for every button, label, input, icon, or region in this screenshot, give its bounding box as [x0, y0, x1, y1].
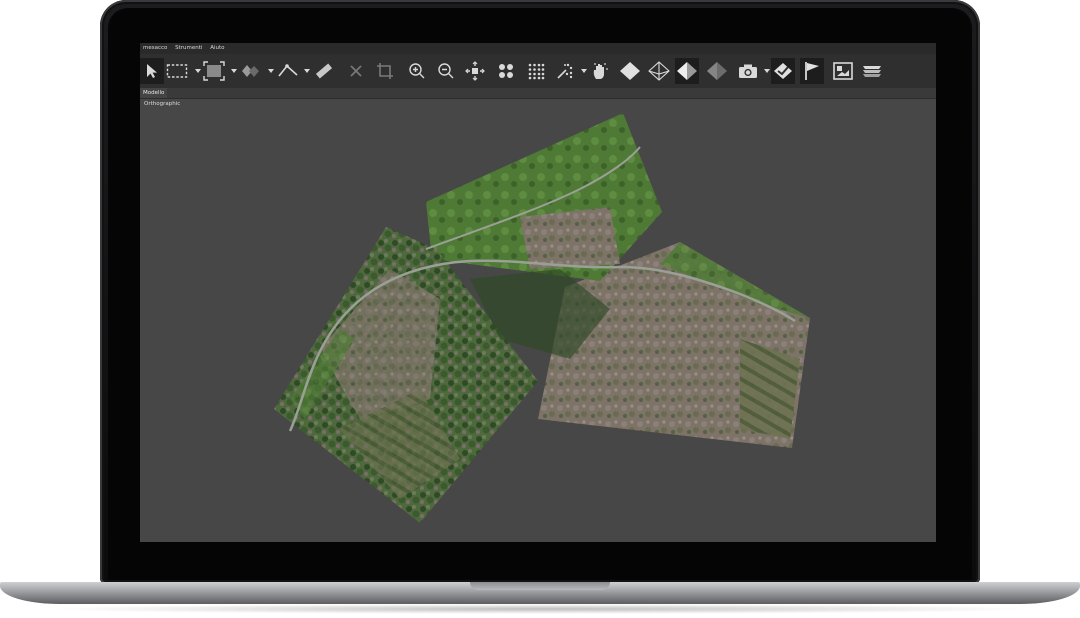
- orthomosaic-image: [274, 113, 810, 523]
- menu-item-aiuto[interactable]: Aiuto: [207, 43, 227, 54]
- hand-points-icon[interactable]: [588, 58, 612, 84]
- main-toolbar: [140, 54, 936, 89]
- move-center-icon[interactable]: [463, 58, 487, 84]
- menu-bar: mesacco Strumenti Aiuto: [140, 43, 936, 54]
- image-frame-icon[interactable]: [831, 58, 855, 84]
- polyline-icon[interactable]: [276, 58, 300, 84]
- orthomosaic-viewport[interactable]: Orthographic: [140, 99, 936, 542]
- four-dots-icon[interactable]: [494, 58, 518, 84]
- chevron-down-icon[interactable]: [304, 69, 310, 73]
- rectangle-select-icon[interactable]: [165, 58, 189, 84]
- shaded-diamond-icon[interactable]: [675, 58, 699, 84]
- wire-diamond-icon[interactable]: [647, 58, 671, 84]
- flag-icon[interactable]: [800, 58, 824, 84]
- close-x-icon[interactable]: [344, 58, 368, 84]
- model-tab-strip: Modello: [140, 88, 936, 99]
- laptop-shadow: [40, 604, 1040, 614]
- layers-icon[interactable]: [860, 58, 884, 84]
- square-frame-icon[interactable]: [202, 58, 226, 84]
- zoom-out-icon[interactable]: [434, 58, 458, 84]
- chevron-down-icon[interactable]: [764, 69, 770, 73]
- menu-item-mesacco[interactable]: mesacco: [140, 43, 170, 54]
- chevron-down-icon[interactable]: [231, 69, 237, 73]
- menu-item-strumenti[interactable]: Strumenti: [172, 43, 205, 54]
- faded-diamond-icon[interactable]: [705, 58, 729, 84]
- select-arrow-icon[interactable]: [140, 58, 164, 84]
- chevron-down-icon[interactable]: [581, 69, 587, 73]
- magic-dots-icon[interactable]: [553, 58, 577, 84]
- lasso-cube-icon[interactable]: [238, 58, 262, 84]
- ruler-icon[interactable]: [312, 58, 336, 84]
- tab-modello[interactable]: Modello: [140, 88, 168, 98]
- camera-icon[interactable]: [736, 58, 760, 84]
- chevron-down-icon[interactable]: [268, 69, 274, 73]
- dense-dots-icon[interactable]: [524, 58, 548, 84]
- tag-diamond-icon[interactable]: [771, 58, 795, 84]
- solid-diamond-icon[interactable]: [618, 58, 642, 84]
- zoom-in-icon[interactable]: [405, 58, 429, 84]
- app-screen: mesacco Strumenti Aiuto Modello Orthogra…: [140, 43, 936, 542]
- crop-icon[interactable]: [373, 58, 397, 84]
- chevron-down-icon[interactable]: [195, 69, 201, 73]
- laptop-notch: [470, 582, 610, 590]
